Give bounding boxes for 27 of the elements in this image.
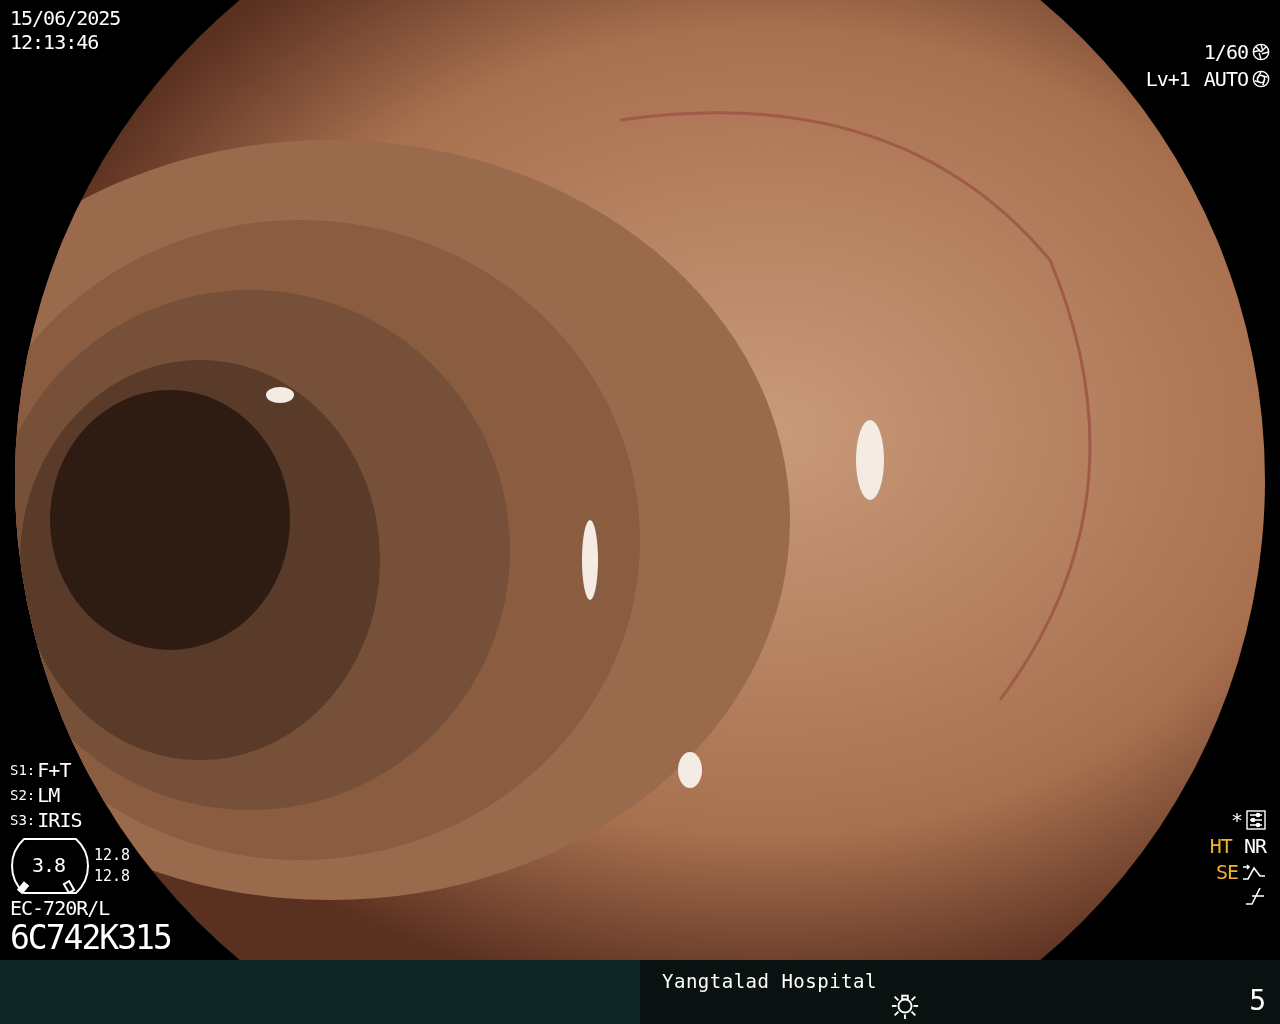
shutter-speed: 1/60 — [1203, 40, 1248, 64]
switch-label: S1: — [10, 761, 36, 778]
time-text: 12:13:46 — [10, 30, 100, 54]
iris-mode: AUTO — [1203, 67, 1248, 91]
star-mark: * — [1230, 808, 1242, 832]
page-number: 5 — [1249, 984, 1266, 1017]
switch-function: IRIS — [37, 807, 82, 832]
serial-number: 6C742K315 — [10, 920, 171, 956]
gauge-reading: 12.8 — [94, 866, 131, 887]
gauge-value: 3.8 — [32, 854, 66, 876]
iris-icon — [1252, 70, 1270, 88]
switch-function: F+T — [37, 757, 71, 782]
aperture-icon — [1252, 43, 1270, 61]
curve-icon — [1242, 862, 1266, 882]
switch-label: S2: — [10, 786, 36, 803]
scope-model: EC-720R/L — [10, 896, 111, 920]
mode-indicator: HT — [1209, 834, 1232, 858]
settings-sliders-icon — [1246, 810, 1266, 830]
gauge-reading: 12.8 — [94, 845, 131, 866]
mode-indicator: NR — [1243, 834, 1266, 858]
light-level: Lv+1 — [1145, 67, 1190, 91]
enhancement-indicator: SE — [1215, 860, 1238, 884]
hospital-name: Yangtalad Hospital — [662, 970, 877, 992]
switch-function: LM — [37, 782, 60, 807]
switch-label: S3: — [10, 811, 36, 828]
edge-icon — [1244, 886, 1266, 906]
date-text: 15/06/2025 — [10, 6, 121, 30]
